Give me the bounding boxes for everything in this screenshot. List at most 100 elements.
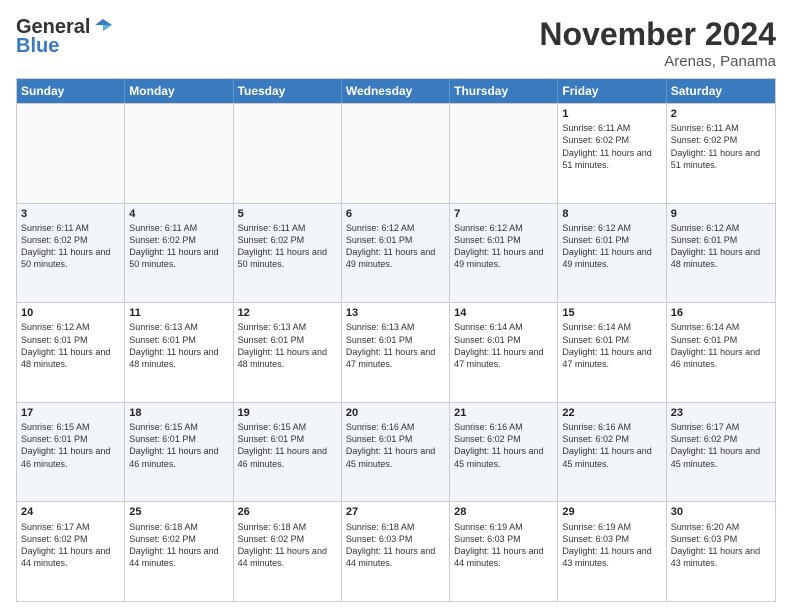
day-number: 7 <box>454 207 553 221</box>
day-cell-30: 30 Sunrise: 6:20 AM Sunset: 6:03 PM Dayli… <box>667 502 775 601</box>
day-info: Sunrise: 6:16 AM Sunset: 6:02 PM Dayligh… <box>454 421 553 470</box>
day-cell-6: 6Sunrise: 6:12 AM Sunset: 6:01 PM Daylig… <box>342 204 450 303</box>
calendar-body: 1Sunrise: 6:11 AM Sunset: 6:02 PM Daylig… <box>17 103 775 601</box>
day-info: Sunrise: 6:15 AM Sunset: 6:01 PM Dayligh… <box>21 421 120 470</box>
day-number: 8 <box>562 207 661 221</box>
day-info: Sunrise: 6:18 AM Sunset: 6:02 PM Dayligh… <box>129 521 228 570</box>
day-info: Sunrise: 6:19 AM Sunset: 6:03 PM Dayligh… <box>454 521 553 570</box>
day-cell-23: 23Sunrise: 6:17 AM Sunset: 6:02 PM Dayli… <box>667 403 775 502</box>
day-number: 16 <box>671 306 771 320</box>
calendar-header: SundayMondayTuesdayWednesdayThursdayFrid… <box>17 79 775 103</box>
day-cell-4: 4Sunrise: 6:11 AM Sunset: 6:02 PM Daylig… <box>125 204 233 303</box>
day-info: Sunrise: 6:12 AM Sunset: 6:01 PM Dayligh… <box>454 222 553 271</box>
empty-cell <box>17 104 125 203</box>
day-info: Sunrise: 6:12 AM Sunset: 6:01 PM Dayligh… <box>21 321 120 370</box>
day-number: 30 <box>671 505 771 519</box>
day-info: Sunrise: 6:20 AM Sunset: 6:03 PM Dayligh… <box>671 521 771 570</box>
header: General Blue November 2024 Arenas, Panam… <box>16 16 776 70</box>
logo-blue-text: Blue <box>16 35 59 57</box>
day-info: Sunrise: 6:12 AM Sunset: 6:01 PM Dayligh… <box>562 222 661 271</box>
day-info: Sunrise: 6:13 AM Sunset: 6:01 PM Dayligh… <box>238 321 337 370</box>
day-cell-11: 11Sunrise: 6:13 AM Sunset: 6:01 PM Dayli… <box>125 303 233 402</box>
day-cell-7: 7Sunrise: 6:12 AM Sunset: 6:01 PM Daylig… <box>450 204 558 303</box>
day-info: Sunrise: 6:12 AM Sunset: 6:01 PM Dayligh… <box>346 222 445 271</box>
day-info: Sunrise: 6:17 AM Sunset: 6:02 PM Dayligh… <box>671 421 771 470</box>
day-number: 2 <box>671 107 771 121</box>
day-number: 27 <box>346 505 445 519</box>
day-info: Sunrise: 6:14 AM Sunset: 6:01 PM Dayligh… <box>562 321 661 370</box>
day-info: Sunrise: 6:12 AM Sunset: 6:01 PM Dayligh… <box>671 222 771 271</box>
day-info: Sunrise: 6:11 AM Sunset: 6:02 PM Dayligh… <box>238 222 337 271</box>
logo: General Blue <box>16 16 114 58</box>
day-number: 21 <box>454 406 553 420</box>
day-cell-9: 9Sunrise: 6:12 AM Sunset: 6:01 PM Daylig… <box>667 204 775 303</box>
empty-cell <box>450 104 558 203</box>
day-number: 11 <box>129 306 228 320</box>
day-cell-8: 8Sunrise: 6:12 AM Sunset: 6:01 PM Daylig… <box>558 204 666 303</box>
header-day-saturday: Saturday <box>667 79 775 103</box>
day-info: Sunrise: 6:15 AM Sunset: 6:01 PM Dayligh… <box>129 421 228 470</box>
day-number: 9 <box>671 207 771 221</box>
calendar-row: 3Sunrise: 6:11 AM Sunset: 6:02 PM Daylig… <box>17 203 775 303</box>
day-number: 25 <box>129 505 228 519</box>
day-cell-10: 10Sunrise: 6:12 AM Sunset: 6:01 PM Dayli… <box>17 303 125 402</box>
day-cell-20: 20Sunrise: 6:16 AM Sunset: 6:01 PM Dayli… <box>342 403 450 502</box>
day-number: 23 <box>671 406 771 420</box>
day-number: 20 <box>346 406 445 420</box>
day-cell-3: 3Sunrise: 6:11 AM Sunset: 6:02 PM Daylig… <box>17 204 125 303</box>
day-number: 24 <box>21 505 120 519</box>
day-cell-16: 16Sunrise: 6:14 AM Sunset: 6:01 PM Dayli… <box>667 303 775 402</box>
day-info: Sunrise: 6:18 AM Sunset: 6:02 PM Dayligh… <box>238 521 337 570</box>
day-info: Sunrise: 6:14 AM Sunset: 6:01 PM Dayligh… <box>454 321 553 370</box>
day-cell-13: 13Sunrise: 6:13 AM Sunset: 6:01 PM Dayli… <box>342 303 450 402</box>
header-day-wednesday: Wednesday <box>342 79 450 103</box>
day-cell-28: 28 Sunrise: 6:19 AM Sunset: 6:03 PM Dayli… <box>450 502 558 601</box>
day-number: 12 <box>238 306 337 320</box>
calendar-row: 10Sunrise: 6:12 AM Sunset: 6:01 PM Dayli… <box>17 302 775 402</box>
day-number: 4 <box>129 207 228 221</box>
day-info: Sunrise: 6:13 AM Sunset: 6:01 PM Dayligh… <box>346 321 445 370</box>
day-info: Sunrise: 6:15 AM Sunset: 6:01 PM Dayligh… <box>238 421 337 470</box>
day-info: Sunrise: 6:11 AM Sunset: 6:02 PM Dayligh… <box>562 122 661 171</box>
day-cell-5: 5Sunrise: 6:11 AM Sunset: 6:02 PM Daylig… <box>234 204 342 303</box>
location: Arenas, Panama <box>539 53 776 70</box>
day-number: 10 <box>21 306 120 320</box>
calendar-row: 17Sunrise: 6:15 AM Sunset: 6:01 PM Dayli… <box>17 402 775 502</box>
day-info: Sunrise: 6:16 AM Sunset: 6:01 PM Dayligh… <box>346 421 445 470</box>
day-cell-21: 21Sunrise: 6:16 AM Sunset: 6:02 PM Dayli… <box>450 403 558 502</box>
empty-cell <box>125 104 233 203</box>
day-info: Sunrise: 6:14 AM Sunset: 6:01 PM Dayligh… <box>671 321 771 370</box>
day-info: Sunrise: 6:11 AM Sunset: 6:02 PM Dayligh… <box>129 222 228 271</box>
calendar: SundayMondayTuesdayWednesdayThursdayFrid… <box>16 78 776 602</box>
calendar-row: 24Sunrise: 6:17 AM Sunset: 6:02 PM Dayli… <box>17 501 775 601</box>
day-number: 3 <box>21 207 120 221</box>
day-cell-27: 27Sunrise: 6:18 AM Sunset: 6:03 PM Dayli… <box>342 502 450 601</box>
calendar-row: 1Sunrise: 6:11 AM Sunset: 6:02 PM Daylig… <box>17 103 775 203</box>
page: General Blue November 2024 Arenas, Panam… <box>0 0 792 612</box>
day-number: 5 <box>238 207 337 221</box>
day-number: 29 <box>562 505 661 519</box>
day-info: Sunrise: 6:11 AM Sunset: 6:02 PM Dayligh… <box>21 222 120 271</box>
header-day-friday: Friday <box>558 79 666 103</box>
day-info: Sunrise: 6:19 AM Sunset: 6:03 PM Dayligh… <box>562 521 661 570</box>
day-number: 22 <box>562 406 661 420</box>
day-info: Sunrise: 6:16 AM Sunset: 6:02 PM Dayligh… <box>562 421 661 470</box>
day-number: 26 <box>238 505 337 519</box>
empty-cell <box>234 104 342 203</box>
day-cell-18: 18Sunrise: 6:15 AM Sunset: 6:01 PM Dayli… <box>125 403 233 502</box>
month-title: November 2024 <box>539 16 776 53</box>
day-number: 6 <box>346 207 445 221</box>
header-day-tuesday: Tuesday <box>234 79 342 103</box>
day-cell-17: 17Sunrise: 6:15 AM Sunset: 6:01 PM Dayli… <box>17 403 125 502</box>
empty-cell <box>342 104 450 203</box>
day-cell-12: 12Sunrise: 6:13 AM Sunset: 6:01 PM Dayli… <box>234 303 342 402</box>
day-cell-24: 24Sunrise: 6:17 AM Sunset: 6:02 PM Dayli… <box>17 502 125 601</box>
logo-flag-icon <box>92 17 114 39</box>
day-cell-1: 1Sunrise: 6:11 AM Sunset: 6:02 PM Daylig… <box>558 104 666 203</box>
day-number: 28 <box>454 505 553 519</box>
day-cell-14: 14Sunrise: 6:14 AM Sunset: 6:01 PM Dayli… <box>450 303 558 402</box>
day-info: Sunrise: 6:13 AM Sunset: 6:01 PM Dayligh… <box>129 321 228 370</box>
day-number: 14 <box>454 306 553 320</box>
day-number: 1 <box>562 107 661 121</box>
header-day-monday: Monday <box>125 79 233 103</box>
